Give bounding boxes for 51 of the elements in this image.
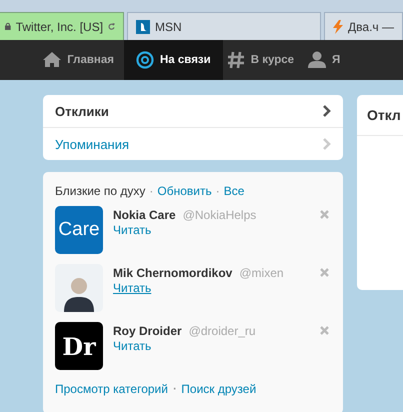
menu-label: Отклики: [55, 104, 109, 118]
link[interactable]: Просмотр категорий: [55, 382, 168, 396]
tab-label: Два.ч —: [348, 20, 394, 34]
user-name[interactable]: Roy Droider: [113, 324, 182, 338]
lock-icon: [5, 21, 11, 32]
nav-label: В курсе: [250, 54, 294, 66]
user-name[interactable]: Mik Chernomordikov: [113, 266, 232, 280]
nav-tab[interactable]: Я: [304, 40, 350, 80]
msn-logo-icon: [136, 20, 150, 34]
follow-link[interactable]: Читать: [113, 281, 152, 295]
user-handle: @droider_ru: [188, 324, 256, 338]
avatar-logo: Dr: [55, 322, 103, 370]
separator-dot: ·: [149, 184, 154, 198]
user-handle: @NokiaHelps: [182, 208, 256, 222]
browser-tab[interactable]: MSN: [127, 12, 322, 40]
link[interactable]: Все: [224, 184, 244, 198]
menu-item[interactable]: Отклики: [43, 95, 343, 127]
separator-dot: ·: [216, 184, 220, 198]
nav-label: На связи: [160, 54, 211, 66]
close-icon: [320, 326, 329, 335]
nav-label: Главная: [67, 54, 114, 66]
link[interactable]: Поиск друзей: [181, 382, 256, 396]
follow-link[interactable]: Читать: [113, 223, 152, 237]
house-icon: [43, 51, 62, 69]
tab-label: Twitter, Inc. [US]: [16, 20, 104, 34]
nav-tab[interactable]: Главная: [38, 40, 124, 80]
link[interactable]: Обновить: [157, 184, 212, 198]
tab-label: MSN: [155, 20, 182, 34]
user-name[interactable]: Nokia Care: [113, 208, 176, 222]
panel-title: Откл: [357, 95, 403, 136]
menu-label: Упоминания: [55, 136, 130, 152]
reload-icon: [108, 21, 115, 32]
close-icon: [320, 268, 329, 277]
person-icon: [308, 51, 326, 69]
nav-label: Я: [332, 54, 340, 66]
menu-item[interactable]: Упоминания: [43, 127, 343, 160]
hashtag-icon: [226, 51, 245, 69]
browser-tab[interactable]: Два.ч —: [324, 12, 403, 40]
avatar-logo: Care: [55, 206, 103, 254]
follow-link[interactable]: Читать: [113, 339, 152, 353]
lightning-icon: [333, 20, 344, 34]
user-handle: @mixen: [239, 266, 284, 280]
browser-tab[interactable]: Twitter, Inc. [US]: [0, 12, 124, 40]
card-title: Близкие по духу: [55, 184, 146, 198]
chevron-right-icon: [323, 105, 331, 117]
nav-tab[interactable]: В курсе: [222, 40, 304, 80]
person-silhouette-icon: [64, 276, 94, 312]
nav-tab[interactable]: На связи: [124, 40, 223, 80]
chevron-right-icon: [323, 138, 331, 150]
close-icon: [320, 210, 329, 219]
separator-dot: ·: [172, 380, 178, 398]
